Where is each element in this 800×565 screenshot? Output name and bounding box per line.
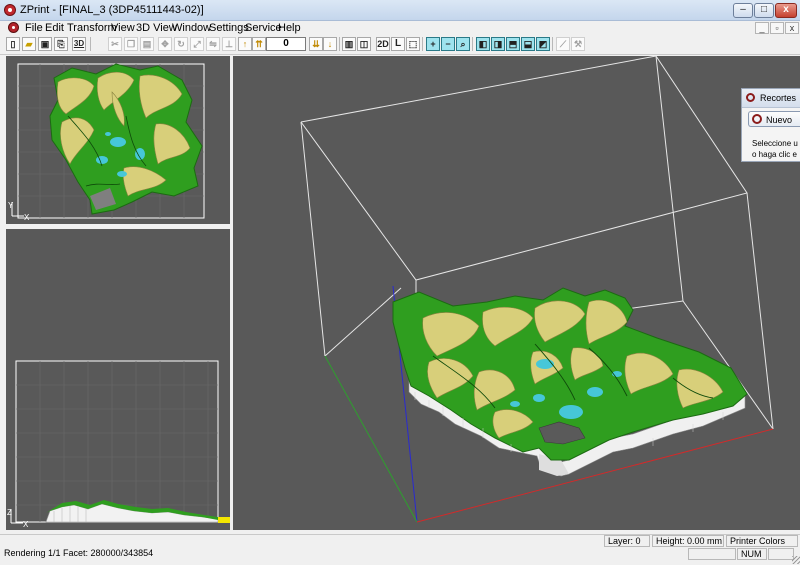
menu-settings[interactable]: Settings xyxy=(209,22,249,34)
rendering-status: Rendering 1/1 Facet: 280000/343854 xyxy=(4,548,154,558)
menu-service[interactable]: Service xyxy=(245,22,282,34)
app-icon[interactable] xyxy=(4,4,16,16)
nuevo-button[interactable]: Nuevo xyxy=(748,111,800,127)
menu-help[interactable]: Help xyxy=(278,22,301,34)
axis-indicator xyxy=(10,509,23,524)
toolbar-separator xyxy=(422,37,423,51)
num-lock-indicator: NUM xyxy=(737,548,767,560)
printer-colors-status: Printer Colors xyxy=(726,535,798,547)
measure-icon[interactable]: ⟋ xyxy=(556,37,570,51)
menu-3d-view[interactable]: 3D View xyxy=(136,22,177,34)
resize-grip[interactable] xyxy=(792,556,800,564)
recortes-title: Recortes xyxy=(760,93,797,103)
import-icon[interactable]: ⎘ xyxy=(54,37,68,51)
rotate-icon[interactable]: ↻ xyxy=(174,37,188,51)
open-folder-icon[interactable]: ▰ xyxy=(22,37,36,51)
paste-icon[interactable]: ▤ xyxy=(140,37,154,51)
bounding-box-icon[interactable]: ◫ xyxy=(357,37,371,51)
title-bar: ZPrint - [FINAL_3 (3DP45111443-02)] – □ … xyxy=(0,0,800,21)
layer-top-icon[interactable]: ⇈ xyxy=(252,37,266,51)
menu-view[interactable]: View xyxy=(111,22,135,34)
new-file-icon[interactable]: ▯ xyxy=(6,37,20,51)
mdi-restore-button[interactable]: ▫ xyxy=(770,22,784,34)
menu-transform[interactable]: Transform xyxy=(67,22,117,34)
front-view-pane[interactable]: Z X xyxy=(6,229,230,530)
copy-icon[interactable]: ❐ xyxy=(124,37,138,51)
3d-view-pane[interactable] xyxy=(233,56,800,530)
mdi-minimize-button[interactable]: _ xyxy=(755,22,769,34)
slice-view-icon[interactable]: ▥ xyxy=(342,37,356,51)
layer-bottom-icon[interactable]: ⇊ xyxy=(309,37,323,51)
y-axis-line xyxy=(324,355,418,523)
perspective-icon[interactable]: ⬚ xyxy=(406,37,420,51)
view-reset-icon[interactable]: ◩ xyxy=(536,37,550,51)
height-status: Height: 0.00 mm xyxy=(652,535,724,547)
document-icon[interactable] xyxy=(8,22,19,33)
layer-input[interactable]: 0 xyxy=(266,37,306,51)
mdi-close-button[interactable]: x xyxy=(785,22,799,34)
z-axis-label: Z xyxy=(7,508,12,517)
3d-view-render xyxy=(300,56,774,523)
zoom-out-icon[interactable]: − xyxy=(441,37,455,51)
tool-icon[interactable]: ⚒ xyxy=(571,37,585,51)
top-view-render: Y X xyxy=(8,63,205,222)
layer-status: Layer: 0 xyxy=(604,535,650,547)
view-iso-icon[interactable]: ⬓ xyxy=(521,37,535,51)
recortes-header[interactable]: Recortes xyxy=(742,89,800,108)
toolbar-separator xyxy=(472,37,473,51)
3d-print-icon[interactable]: 3D xyxy=(72,37,86,51)
view-l-button[interactable]: L xyxy=(391,37,405,51)
close-button[interactable]: x xyxy=(775,3,797,18)
x-axis-label: X xyxy=(23,520,29,529)
view-side-icon[interactable]: ◨ xyxy=(491,37,505,51)
toolbar-separator xyxy=(552,37,553,51)
toolbar-separator xyxy=(90,37,91,51)
mirror-icon[interactable]: ⇋ xyxy=(206,37,220,51)
layer-up-icon[interactable]: ↑ xyxy=(238,37,252,51)
view-2d-button[interactable]: 2D xyxy=(376,37,390,51)
scissors-icon xyxy=(746,93,755,102)
align-icon[interactable]: ⊥ xyxy=(222,37,236,51)
view-top-icon[interactable]: ⬒ xyxy=(506,37,520,51)
status-empty-cell xyxy=(768,548,794,560)
top-view-pane[interactable]: Y X xyxy=(6,56,230,224)
recortes-hint-line2: o haga clic e xyxy=(752,150,797,159)
minimize-button[interactable]: – xyxy=(733,3,753,18)
y-axis-label: Y xyxy=(8,201,14,210)
recortes-panel: Recortes Nuevo Seleccione u o haga clic … xyxy=(741,88,800,162)
maximize-button[interactable]: □ xyxy=(754,3,774,18)
save-icon[interactable]: ▣ xyxy=(38,37,52,51)
toolbar-separator xyxy=(339,37,340,51)
menu-edit[interactable]: Edit xyxy=(45,22,64,34)
zoom-fit-icon[interactable]: ⌕ xyxy=(456,37,470,51)
scale-icon[interactable]: ⤢ xyxy=(190,37,204,51)
cut-icon[interactable]: ✂ xyxy=(108,37,122,51)
menu-file[interactable]: File xyxy=(25,22,43,34)
zoom-in-icon[interactable]: + xyxy=(426,37,440,51)
move-icon[interactable]: ✥ xyxy=(158,37,172,51)
recortes-hint-line1: Seleccione u xyxy=(752,139,798,148)
window-title: ZPrint - [FINAL_3 (3DP45111443-02)] xyxy=(20,4,204,16)
menu-window[interactable]: Window xyxy=(172,22,211,34)
front-view-render: Z X xyxy=(7,360,230,529)
nuevo-label: Nuevo xyxy=(766,115,793,125)
view-front-icon[interactable]: ◧ xyxy=(476,37,490,51)
x-axis-label: X xyxy=(24,213,30,222)
status-empty-cell xyxy=(688,548,736,560)
new-clip-icon xyxy=(752,114,762,124)
highlight-marker xyxy=(218,517,230,523)
layer-down-icon[interactable]: ↓ xyxy=(323,37,337,51)
